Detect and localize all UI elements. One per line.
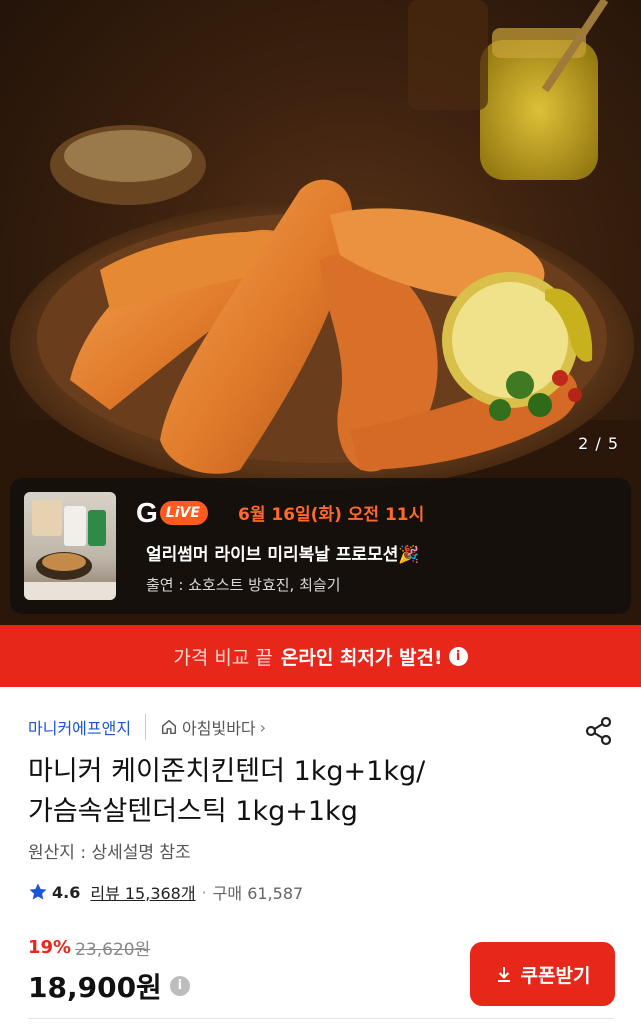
section-divider bbox=[28, 1018, 613, 1019]
origin-info: 원산지 : 상세설명 참조 bbox=[28, 843, 191, 863]
seller-name-link[interactable]: 마니커에프앤지 bbox=[28, 715, 131, 739]
purchase-count: 구매 61,587 bbox=[212, 884, 304, 903]
product-title-line-1: 마니커 케이준치킨텐더 1kg+1kg/ bbox=[28, 756, 426, 787]
glive-logo-live: LiVE bbox=[159, 501, 208, 525]
dot-separator: · bbox=[201, 882, 207, 902]
star-icon bbox=[29, 883, 47, 900]
promo-text-normal: 가격 비교 끝 bbox=[173, 646, 273, 669]
info-icon[interactable]: i bbox=[448, 646, 468, 666]
chevron-right-icon: › bbox=[259, 717, 267, 737]
download-icon bbox=[497, 967, 510, 982]
rating-row: 4.6 리뷰 15,368개 · 구매 61,587 bbox=[28, 880, 303, 904]
live-broadcast-banner[interactable]: G LiVE 6월 16일(화) 오전 11시 얼리썸머 라이브 미리복날 프로… bbox=[10, 478, 631, 614]
rating-value: 4.6 bbox=[52, 882, 81, 902]
coupon-button-label: 쿠폰받기 bbox=[520, 964, 591, 987]
store-name: 아침빛바다 bbox=[182, 719, 256, 738]
sale-price: 18,900원 bbox=[28, 971, 162, 1004]
product-image-carousel[interactable]: 2 / 5 G LiVE 6월 16일(화) 오전 11시 얼리썸머 라이브 미… bbox=[0, 0, 641, 625]
divider bbox=[145, 714, 147, 740]
share-icon[interactable] bbox=[582, 714, 616, 748]
glive-logo-g: G bbox=[136, 497, 158, 528]
live-thumbnail bbox=[24, 492, 116, 600]
glive-logo: G LiVE bbox=[136, 498, 208, 528]
price-info-icon[interactable]: i bbox=[169, 976, 190, 996]
discount-row: 19% 23,620원 bbox=[28, 935, 150, 960]
store-link[interactable]: 아침빛바다 › bbox=[160, 715, 266, 739]
seller-row: 마니커에프앤지 아침빛바다 › bbox=[28, 714, 266, 740]
price-row: 18,900원 i bbox=[28, 966, 190, 1006]
discount-rate: 19% bbox=[28, 937, 72, 958]
coupon-download-button[interactable]: 쿠폰받기 bbox=[470, 942, 615, 1006]
product-title-line-2: 가슴속살텐더스틱 1kg+1kg bbox=[28, 796, 358, 827]
product-title: 마니커 케이준치킨텐더 1kg+1kg/ 가슴속살텐더스틱 1kg+1kg bbox=[28, 752, 588, 832]
live-cast: 출연 : 쇼호스트 방효진, 최슬기 bbox=[146, 576, 341, 594]
review-count-link[interactable]: 리뷰 15,368개 bbox=[90, 880, 195, 904]
live-date-time: 6월 16일(화) 오전 11시 bbox=[238, 505, 425, 525]
lowest-price-banner[interactable]: 가격 비교 끝 온라인 최저가 발견! i bbox=[0, 625, 641, 687]
image-page-counter: 2 / 5 bbox=[578, 434, 619, 453]
promo-text-bold: 온라인 최저가 발견! bbox=[280, 646, 443, 669]
live-title: 얼리썸머 라이브 미리복날 프로모션🎉 bbox=[146, 545, 420, 565]
original-price: 23,620원 bbox=[75, 940, 151, 960]
home-icon bbox=[162, 719, 177, 735]
